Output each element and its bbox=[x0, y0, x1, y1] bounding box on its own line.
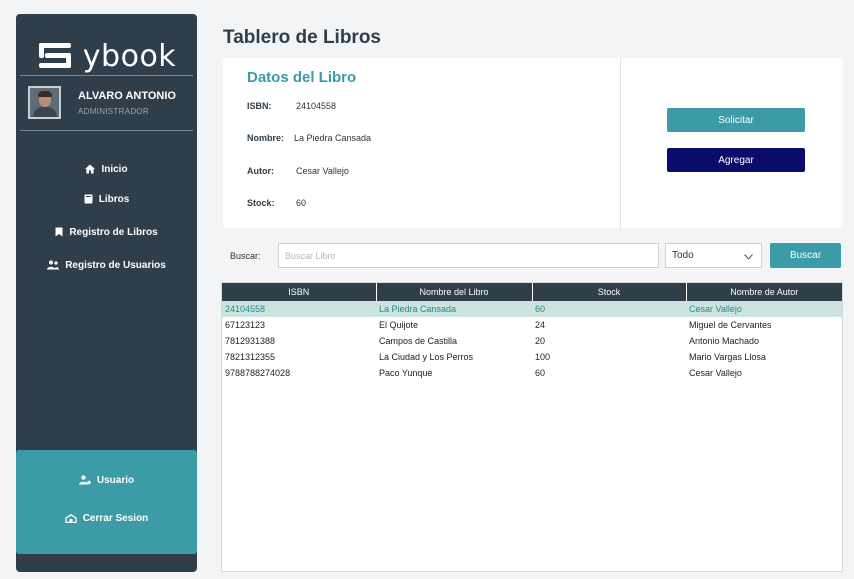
cell-autor: Cesar Vallejo bbox=[686, 301, 842, 317]
cell-nombre: El Quijote bbox=[379, 320, 419, 330]
book-icon bbox=[84, 194, 93, 204]
user-cog-icon bbox=[78, 475, 91, 485]
sidebar-item-libros[interactable]: Libros bbox=[16, 190, 197, 208]
nombre-label: Nombre: bbox=[247, 133, 285, 143]
sidebar: ybook ALVARO ANTONIO ADMINISTRADOR Inici… bbox=[16, 14, 197, 572]
cerrar-sesion-button[interactable]: Cerrar Sesion bbox=[16, 509, 197, 527]
divider bbox=[20, 75, 193, 76]
cell-autor: Antonio Machado bbox=[689, 336, 760, 346]
cell-autor: Miguel de Cervantes bbox=[689, 320, 772, 330]
cell-isbn: 9788788274028 bbox=[225, 368, 291, 378]
divider bbox=[620, 58, 621, 228]
cell-nombre: Paco Yunque bbox=[379, 368, 433, 378]
sidebar-item-label: Inicio bbox=[101, 163, 128, 175]
chevron-down-icon bbox=[744, 252, 753, 263]
filter-select[interactable]: Todo bbox=[665, 243, 762, 268]
bookmark-icon bbox=[55, 227, 63, 237]
table-row[interactable]: 67123123 El Quijote 24 Miguel de Cervant… bbox=[222, 317, 842, 333]
nombre-value: La Piedra Cansada bbox=[294, 133, 372, 143]
cell-stock: 20 bbox=[535, 336, 546, 346]
table-row[interactable]: 7821312355 La Ciudad y Los Perros 100 Ma… bbox=[222, 349, 842, 365]
cell-nombre: La Piedra Cansada bbox=[376, 301, 532, 317]
user-actions-panel: Usuario Cerrar Sesion bbox=[16, 450, 197, 554]
usuario-label: Usuario bbox=[96, 474, 135, 486]
avatar bbox=[28, 86, 61, 119]
isbn-label: ISBN: bbox=[247, 101, 272, 111]
table-row[interactable]: 24104558 La Piedra Cansada 60 Cesar Vall… bbox=[222, 301, 842, 317]
table-row[interactable]: 9788788274028 Paco Yunque 60 Cesar Valle… bbox=[222, 365, 842, 381]
autor-label: Autor: bbox=[247, 166, 274, 176]
cell-nombre: La Ciudad y Los Perros bbox=[379, 352, 474, 362]
cell-autor: Mario Vargas Llosa bbox=[689, 352, 766, 362]
column-header[interactable]: ISBN bbox=[222, 283, 377, 301]
user-role: ADMINISTRADOR bbox=[78, 107, 150, 116]
cell-stock: 24 bbox=[535, 320, 546, 330]
sidebar-item-registro-usuarios[interactable]: Registro de Usuarios bbox=[16, 256, 197, 274]
cell-stock: 60 bbox=[532, 301, 686, 317]
cell-autor: Cesar Vallejo bbox=[689, 368, 742, 378]
logout-icon bbox=[65, 513, 77, 523]
search-button[interactable]: Buscar bbox=[770, 243, 841, 268]
cell-stock: 60 bbox=[535, 368, 546, 378]
table-row[interactable]: 7812931388 Campos de Castilla 20 Antonio… bbox=[222, 333, 842, 349]
stock-label: Stock: bbox=[247, 198, 275, 208]
cell-isbn: 24104558 bbox=[222, 301, 376, 317]
divider bbox=[20, 130, 193, 131]
sidebar-item-label: Registro de Usuarios bbox=[65, 259, 166, 271]
logo-text: ybook bbox=[82, 38, 177, 74]
sidebar-item-label: Libros bbox=[98, 193, 130, 205]
app-logo: ybook bbox=[16, 36, 197, 76]
cell-stock: 100 bbox=[535, 352, 551, 362]
cell-nombre: Campos de Castilla bbox=[379, 336, 458, 346]
table-header: ISBN Nombre del Libro Stock Nombre de Au… bbox=[222, 283, 842, 301]
column-header[interactable]: Nombre del Libro bbox=[376, 283, 533, 301]
page-title: Tablero de Libros bbox=[223, 27, 382, 48]
user-name: ALVARO ANTONIO bbox=[78, 90, 176, 102]
autor-value: Cesar Vallejo bbox=[296, 166, 349, 176]
usuario-button[interactable]: Usuario bbox=[16, 471, 197, 489]
users-icon bbox=[47, 260, 60, 270]
solicitar-button[interactable]: Solicitar bbox=[667, 108, 805, 132]
cell-isbn: 7812931388 bbox=[225, 336, 276, 346]
agregar-button[interactable]: Agregar bbox=[667, 148, 805, 172]
sidebar-item-inicio[interactable]: Inicio bbox=[16, 160, 197, 178]
sidebar-item-label: Registro de Libros bbox=[69, 226, 158, 238]
isbn-value: 24104558 bbox=[296, 101, 337, 111]
book-section-title: Datos del Libro bbox=[247, 69, 357, 86]
search-label: Buscar: bbox=[230, 251, 261, 261]
home-icon bbox=[85, 164, 96, 174]
filter-value: Todo bbox=[672, 250, 694, 261]
cerrar-sesion-label: Cerrar Sesion bbox=[82, 512, 149, 524]
stock-value: 60 bbox=[296, 198, 307, 208]
sidebar-item-registro-libros[interactable]: Registro de Libros bbox=[16, 223, 197, 241]
cell-isbn: 7821312355 bbox=[225, 352, 276, 362]
column-header[interactable]: Nombre de Autor bbox=[686, 283, 842, 301]
search-input[interactable] bbox=[278, 243, 659, 268]
books-table: ISBN Nombre del Libro Stock Nombre de Au… bbox=[221, 282, 843, 572]
column-header[interactable]: Stock bbox=[532, 283, 687, 301]
cell-isbn: 67123123 bbox=[225, 320, 266, 330]
book-details-card: Datos del Libro ISBN: 24104558 Nombre: L… bbox=[223, 58, 843, 228]
logo-icon bbox=[37, 40, 73, 72]
